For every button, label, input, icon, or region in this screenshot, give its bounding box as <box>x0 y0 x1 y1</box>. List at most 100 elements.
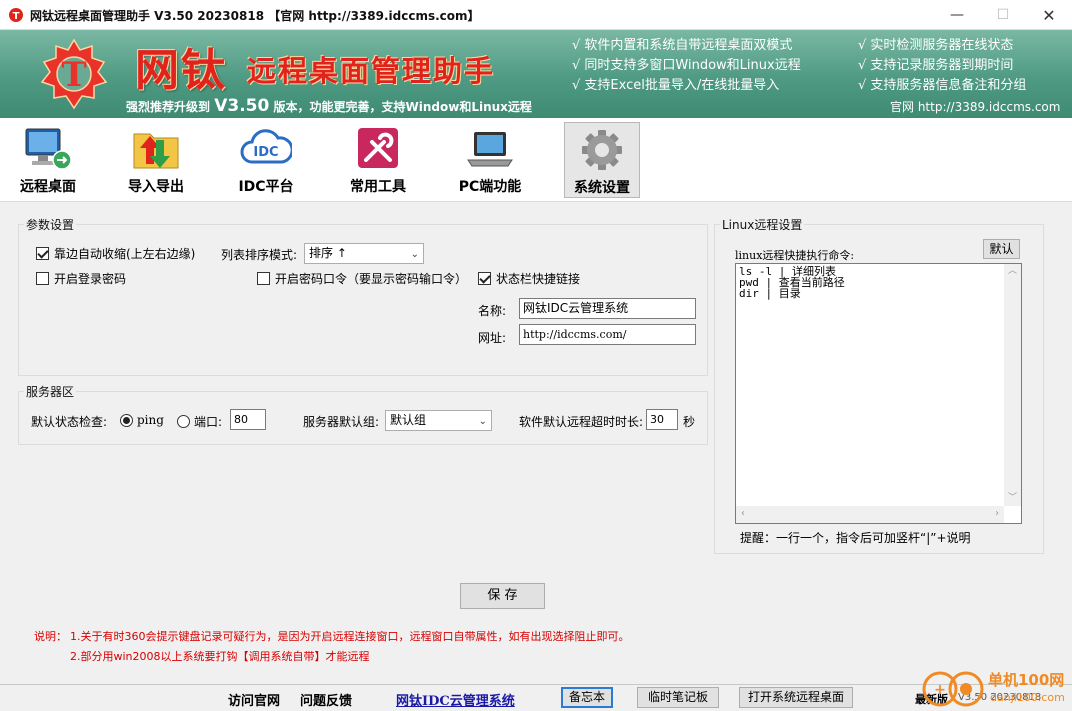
default-button[interactable]: 默认 <box>983 239 1020 259</box>
status-bar: 访问官网 问题反馈 网钛IDC云管理系统 备忘本 临时笔记板 打开系统远程桌面 … <box>0 684 1072 711</box>
tool-common-tools[interactable]: 常用工具 <box>340 122 416 198</box>
notepad-button[interactable]: 临时笔记板 <box>637 687 719 708</box>
checkbox-checked-icon <box>36 247 49 260</box>
svg-text:T: T <box>13 11 20 22</box>
feedback-link[interactable]: 问题反馈 <box>300 690 352 709</box>
app-logo-icon: T <box>9 8 23 22</box>
name-input[interactable]: 网钛IDC云管理系统 <box>519 298 696 319</box>
tool-label: 远程桌面 <box>20 179 76 195</box>
port-radio[interactable]: 端口: <box>177 413 222 430</box>
timeout-label: 软件默认远程超时时长: <box>519 415 644 429</box>
minimize-button[interactable]: — <box>934 0 980 30</box>
tool-remote-desktop[interactable]: 远程桌面 <box>10 122 86 198</box>
password-command-label: 开启密码口令（要显示密码输口令） <box>275 272 468 286</box>
feature-left-1: √ 软件内置和系统自带远程桌面双模式 <box>572 38 793 53</box>
svg-text:T: T <box>61 55 86 95</box>
auto-collapse-checkbox[interactable]: 靠边自动收缩(上左右边缘) <box>36 245 195 262</box>
linux-commands-textarea[interactable]: ls -l | 详细列表 pwd | 查看当前路径 dir | 目录 ︿ ﹀ ‹… <box>735 263 1022 524</box>
open-rdp-button[interactable]: 打开系统远程桌面 <box>739 687 853 708</box>
memo-button[interactable]: 备忘本 <box>561 687 613 708</box>
save-button[interactable]: 保 存 <box>460 583 545 609</box>
checkbox-icon <box>36 272 49 285</box>
horizontal-scrollbar[interactable]: ‹ › <box>736 506 1004 523</box>
url-label: 网址: <box>478 331 507 345</box>
banner-promo: 强烈推荐升级到 V3.50 版本，功能更完善，支持Window和Linux远程 <box>126 96 532 116</box>
main-toolbar: 远程桌面 导入导出 IDC IDC平台 常用工具 PC端功能 系统设置 <box>0 118 1072 202</box>
feature-left-3: √ 支持Excel批量导入/在线批量导入 <box>572 78 780 93</box>
watermark-text: 单机100网 <box>988 671 1065 689</box>
sort-mode-value: 排序 ↑ <box>309 246 347 260</box>
sort-mode-label: 列表排序模式: <box>221 248 298 262</box>
idc-cloud-icon: IDC <box>240 129 292 164</box>
scroll-down-icon[interactable]: ﹀ <box>1008 493 1017 504</box>
scroll-left-icon[interactable]: ‹ <box>740 508 746 519</box>
maximize-button[interactable]: ☐ <box>980 0 1026 30</box>
timeout-input[interactable]: 30 <box>646 409 678 430</box>
promo-suffix: 版本，功能更完善，支持Window和Linux远程 <box>273 100 532 114</box>
brand-logo-icon: T <box>40 38 108 110</box>
radio-icon <box>177 415 190 428</box>
tool-label: 系统设置 <box>574 180 630 196</box>
note-line-1: 1.关于有时360会提示键盘记录可疑行为，是因为开启远程连接窗口，远程窗口自带属… <box>70 630 630 643</box>
watermark-url: danji100.com <box>990 691 1065 704</box>
login-password-label: 开启登录密码 <box>54 272 127 286</box>
watermark-logo-icon: + <box>922 671 984 707</box>
default-group-label: 服务器默认组: <box>303 415 380 429</box>
window-title: 网钛远程桌面管理助手 V3.50 20230818 【官网 http://338… <box>30 9 480 23</box>
svg-text:IDC: IDC <box>253 145 278 160</box>
default-group-select[interactable]: 默认组 ⌄ <box>385 410 492 431</box>
auto-collapse-label: 靠边自动收缩(上左右边缘) <box>54 247 196 261</box>
watermark: + 单机100网 danji100.com <box>922 667 1072 711</box>
feature-right-1: √ 实时检测服务器在线状态 <box>858 38 1014 53</box>
tool-label: 导入导出 <box>128 179 184 195</box>
ping-radio[interactable]: ping <box>120 413 164 427</box>
visit-site-link[interactable]: 访问官网 <box>228 690 280 709</box>
minimize-icon: — <box>950 7 964 23</box>
feature-right-2: √ 支持记录服务器到期时间 <box>858 58 1014 73</box>
svg-text:+: + <box>934 682 946 698</box>
tool-label: PC端功能 <box>458 179 522 195</box>
banner-subtitle: 远程桌面管理助手 <box>247 54 496 88</box>
scroll-right-icon[interactable]: › <box>994 508 1000 519</box>
product-link[interactable]: 网钛IDC云管理系统 <box>396 690 515 709</box>
status-check-label: 默认状态检查: <box>31 415 108 429</box>
feature-left-2: √ 同时支持多窗口Window和Linux远程 <box>572 58 801 73</box>
header-banner: T 网钛 远程桌面管理助手 强烈推荐升级到 V3.50 版本，功能更完善，支持W… <box>0 30 1072 118</box>
promo-version: V3.50 <box>214 96 270 116</box>
notes-label: 说明： <box>34 630 67 643</box>
title-bar: T 网钛远程桌面管理助手 V3.50 20230818 【官网 http://3… <box>0 0 1072 30</box>
note-line-2: 2.部分用win2008以上系统要打钩【调用系统自带】才能远程 <box>70 650 370 663</box>
tool-import-export[interactable]: 导入导出 <box>118 122 194 198</box>
sort-mode-select[interactable]: 排序 ↑ ⌄ <box>304 243 424 264</box>
tool-idc-platform[interactable]: IDC IDC平台 <box>228 122 304 198</box>
linux-cmd-label: linux远程快捷执行命令: <box>735 249 855 262</box>
name-label: 名称: <box>478 304 507 318</box>
command-line: dir | 目录 <box>739 287 801 300</box>
maximize-icon: ☐ <box>996 7 1010 23</box>
checkbox-icon <box>257 272 270 285</box>
tray-shortcut-checkbox[interactable]: 状态栏快捷链接 <box>478 270 580 287</box>
import-export-icon <box>133 133 179 169</box>
promo-prefix: 强烈推荐升级到 <box>126 100 211 114</box>
close-button[interactable]: ✕ <box>1026 0 1072 30</box>
vertical-scrollbar[interactable]: ︿ ﹀ <box>1004 264 1021 506</box>
checkbox-checked-icon <box>478 272 491 285</box>
ping-label: ping <box>137 413 164 427</box>
url-input[interactable]: http://idccms.com/ <box>519 324 696 345</box>
scroll-up-icon[interactable]: ︿ <box>1008 266 1017 277</box>
tool-system-settings[interactable]: 系统设置 <box>564 122 640 198</box>
radio-selected-icon <box>120 413 133 427</box>
login-password-checkbox[interactable]: 开启登录密码 <box>36 270 126 287</box>
port-label: 端口: <box>194 415 223 429</box>
tray-shortcut-label: 状态栏快捷链接 <box>496 272 581 286</box>
remote-desktop-icon <box>25 128 72 170</box>
gear-icon <box>582 130 622 170</box>
tool-label: IDC平台 <box>238 179 294 195</box>
timeout-unit: 秒 <box>683 415 696 429</box>
tool-pc-functions[interactable]: PC端功能 <box>452 122 528 198</box>
tool-label: 常用工具 <box>350 179 406 195</box>
default-group-value: 默认组 <box>390 413 427 427</box>
tools-icon <box>358 128 398 168</box>
port-input[interactable]: 80 <box>230 409 266 430</box>
password-command-checkbox[interactable]: 开启密码口令（要显示密码输口令） <box>257 270 467 287</box>
